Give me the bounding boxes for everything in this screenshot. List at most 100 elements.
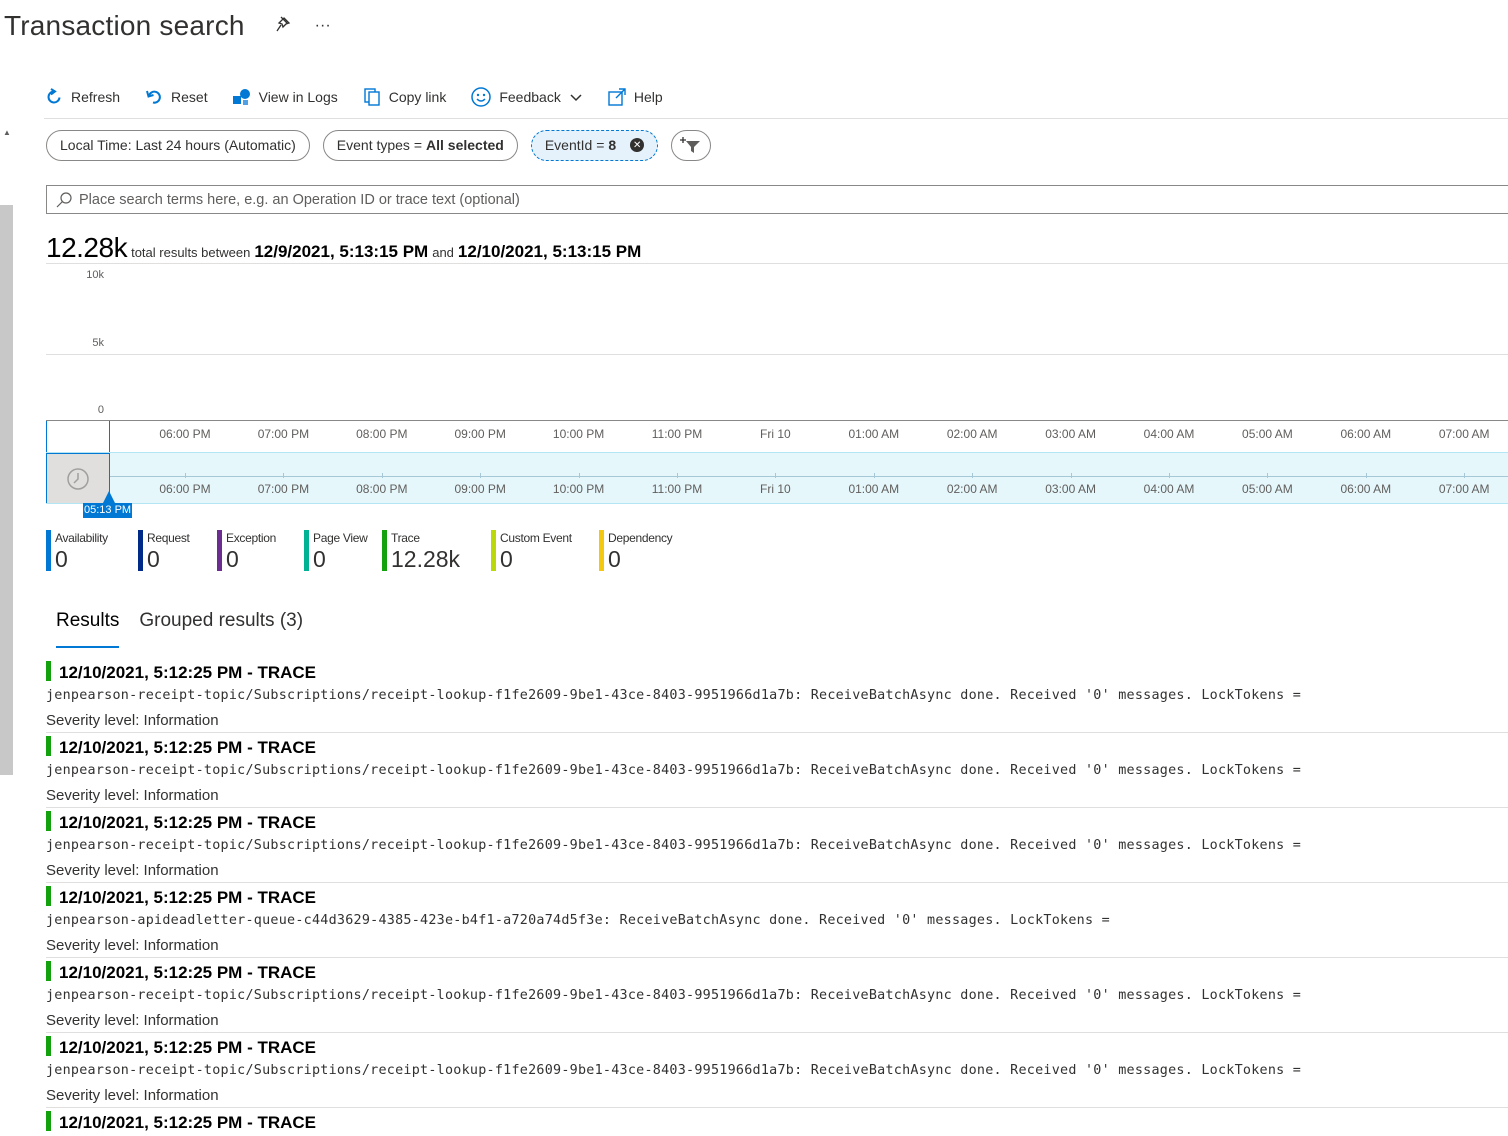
x-tick-label: 03:00 AM — [1045, 427, 1096, 441]
time-range-filter[interactable]: Local Time: Last 24 hours (Automatic) — [46, 129, 310, 161]
legend-color-bar — [599, 530, 604, 571]
x-tick-label: 07:00 AM — [1438, 427, 1490, 441]
legend-item-dependency[interactable]: Dependency 0 — [599, 530, 689, 572]
end-date: 12/10/2021, 5:13:15 PM — [457, 242, 642, 261]
brush-tick — [185, 473, 186, 478]
brush-tick — [775, 473, 777, 478]
trace-type-indicator — [46, 1036, 51, 1056]
brush-tick-label: 04:00 AM — [1143, 482, 1195, 496]
result-row[interactable]: 12/10/2021, 5:12:25 PM - TRACE jenpearson… — [46, 808, 1508, 883]
copy-link-label: Copy link — [388, 89, 447, 105]
event-types-filter[interactable]: Event types = All selected — [322, 129, 518, 161]
result-message: jenpearson-receipt-topic/Subscriptions/r… — [46, 688, 1302, 703]
legend-count: 0 — [226, 546, 239, 572]
legend-item-trace[interactable]: Trace 12.28k — [382, 530, 491, 572]
time-range-label: Local Time: Last 24 hours (Automatic) — [60, 137, 296, 153]
toolbar-divider — [44, 118, 1508, 119]
brush-tick — [283, 473, 285, 478]
result-row[interactable]: 12/10/2021, 5:12:25 PM - TRACE — [46, 1108, 1508, 1136]
scrollbar-thumb[interactable] — [0, 205, 13, 775]
legend-color-bar — [46, 530, 51, 571]
legend-name: Request — [147, 531, 190, 545]
result-message: jenpearson-receipt-topic/Subscriptions/r… — [46, 988, 1302, 1003]
more-options-icon[interactable]: ··· — [315, 17, 331, 35]
time-brush[interactable]: 06:00 PM 07:00 PM 08:00 PM 09:00 PM 10:00 PM… — [46, 452, 1508, 504]
brush-tick-label: 06:00 AM — [1340, 482, 1392, 496]
x-axis: 06:00 PM 07:00 PM 08:00 PM 09:00 PM 10:00 PM… — [46, 420, 1508, 454]
brush-tick — [1464, 473, 1466, 478]
tab-results[interactable]: Results — [56, 610, 120, 648]
view-in-logs-button[interactable]: View in Logs — [232, 87, 338, 107]
legend-item-page-view[interactable]: Page View 0 — [304, 530, 382, 572]
event-histogram: 10k 5k 0 — [46, 262, 1508, 422]
trace-type-indicator — [46, 1111, 51, 1131]
external-link-icon — [608, 88, 626, 106]
results-tabs: Results Grouped results (3) — [56, 610, 323, 648]
axis-selection — [46, 421, 110, 454]
legend-count: 0 — [313, 546, 326, 572]
legend-item-availability[interactable]: Availability 0 — [46, 530, 138, 572]
result-row[interactable]: 12/10/2021, 5:12:25 PM - TRACE jenpearson… — [46, 1033, 1508, 1108]
legend-name: Trace — [391, 531, 420, 545]
legend-count: 0 — [500, 546, 513, 572]
result-row[interactable]: 12/10/2021, 5:12:25 PM - TRACE jenpearson… — [46, 883, 1508, 958]
copy-link-button[interactable]: Copy link — [362, 87, 447, 107]
page-title: Transaction search — [4, 10, 245, 41]
help-button[interactable]: Help — [607, 87, 663, 107]
x-tick-label: 06:00 AM — [1340, 427, 1392, 441]
result-row[interactable]: 12/10/2021, 5:12:25 PM - TRACE jenpearson… — [46, 733, 1508, 808]
help-label: Help — [633, 89, 663, 105]
refresh-button[interactable]: Refresh — [44, 87, 120, 107]
result-message: jenpearson-receipt-topic/Subscriptions/r… — [46, 763, 1302, 778]
brush-tick-label: 09:00 PM — [454, 482, 506, 496]
result-header: 12/10/2021, 5:12:25 PM - TRACE — [59, 1038, 317, 1057]
trace-type-indicator — [46, 811, 51, 831]
result-header: 12/10/2021, 5:12:25 PM - TRACE — [59, 813, 317, 832]
y-tick-label: 10k — [86, 269, 104, 281]
feedback-button[interactable]: Feedback — [470, 86, 582, 108]
search-input[interactable] — [79, 191, 979, 208]
x-tick-label: 10:00 PM — [552, 427, 605, 441]
brush-tick-label: 05:00 AM — [1242, 482, 1293, 496]
result-row[interactable]: 12/10/2021, 5:12:25 PM - TRACE jenpearson… — [46, 958, 1508, 1033]
result-header: 12/10/2021, 5:12:25 PM - TRACE — [59, 738, 317, 757]
tab-grouped-results[interactable]: Grouped results (3) — [139, 610, 303, 648]
result-header: 12/10/2021, 5:12:25 PM - TRACE — [59, 963, 317, 982]
history-icon — [67, 467, 89, 490]
refresh-label: Refresh — [71, 89, 121, 105]
eventid-label: EventId = — [544, 137, 605, 153]
remove-filter-icon[interactable]: ✕ — [630, 138, 645, 152]
reset-button[interactable]: Reset — [144, 87, 208, 107]
eventid-filter[interactable]: EventId = 8 ✕ — [530, 129, 659, 161]
legend-item-exception[interactable]: Exception 0 — [217, 530, 304, 572]
scroll-up-icon[interactable]: ▲ — [3, 128, 11, 137]
result-message: jenpearson-apideadletter-queue-c44d3629-… — [46, 913, 1110, 928]
result-severity: Severity level: Information — [46, 787, 219, 804]
start-date: 12/9/2021, 5:13:15 PM — [254, 242, 429, 261]
result-severity: Severity level: Information — [46, 712, 219, 729]
result-header: 12/10/2021, 5:12:25 PM - TRACE — [59, 1113, 317, 1132]
brush-tick-label: 08:00 PM — [356, 482, 408, 496]
view-in-logs-label: View in Logs — [258, 89, 338, 105]
result-row[interactable]: 12/10/2021, 5:12:25 PM - TRACE jenpearson… — [46, 658, 1508, 733]
summary-between-text: total results between — [131, 245, 251, 260]
results-list: 12/10/2021, 5:12:25 PM - TRACE jenpearson… — [46, 658, 1508, 1136]
legend-count: 0 — [147, 546, 160, 572]
add-filter-button[interactable] — [671, 129, 712, 161]
pin-icon[interactable] — [275, 15, 293, 38]
trace-type-indicator — [46, 736, 51, 756]
reset-icon — [146, 90, 161, 104]
legend-color-bar — [217, 530, 222, 571]
brush-selection[interactable] — [46, 453, 110, 503]
brush-tick — [578, 473, 580, 478]
x-tick-label: 05:00 AM — [1242, 427, 1293, 441]
brush-handle[interactable] — [103, 491, 115, 503]
legend-name: Dependency — [608, 531, 673, 545]
legend-item-custom-event[interactable]: Custom Event 0 — [491, 530, 599, 572]
legend-item-request[interactable]: Request 0 — [138, 530, 217, 572]
brush-tick-label: 06:00 PM — [159, 482, 211, 496]
legend-count: 12.28k — [391, 546, 461, 572]
trace-type-indicator — [46, 886, 51, 906]
result-severity: Severity level: Information — [46, 1012, 219, 1029]
brush-axis-line — [110, 476, 1508, 477]
